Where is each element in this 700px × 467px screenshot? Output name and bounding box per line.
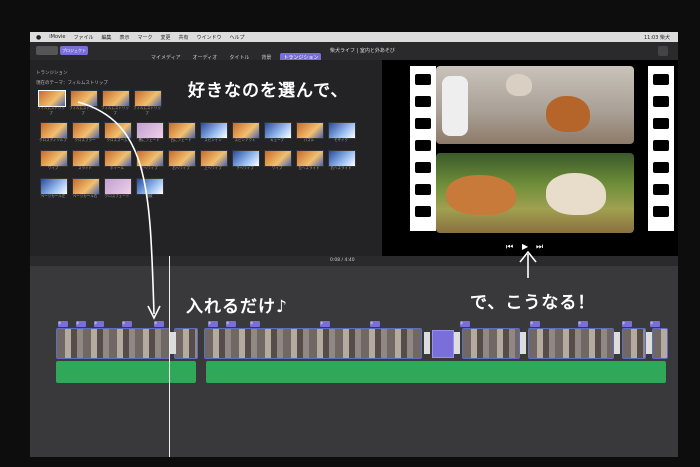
imovie-window: ● iMovie ファイル 編集 表示 マーク 変更 共有 ウインドウ ヘルプ … bbox=[30, 32, 678, 457]
annotation-arrows bbox=[77, 101, 537, 320]
